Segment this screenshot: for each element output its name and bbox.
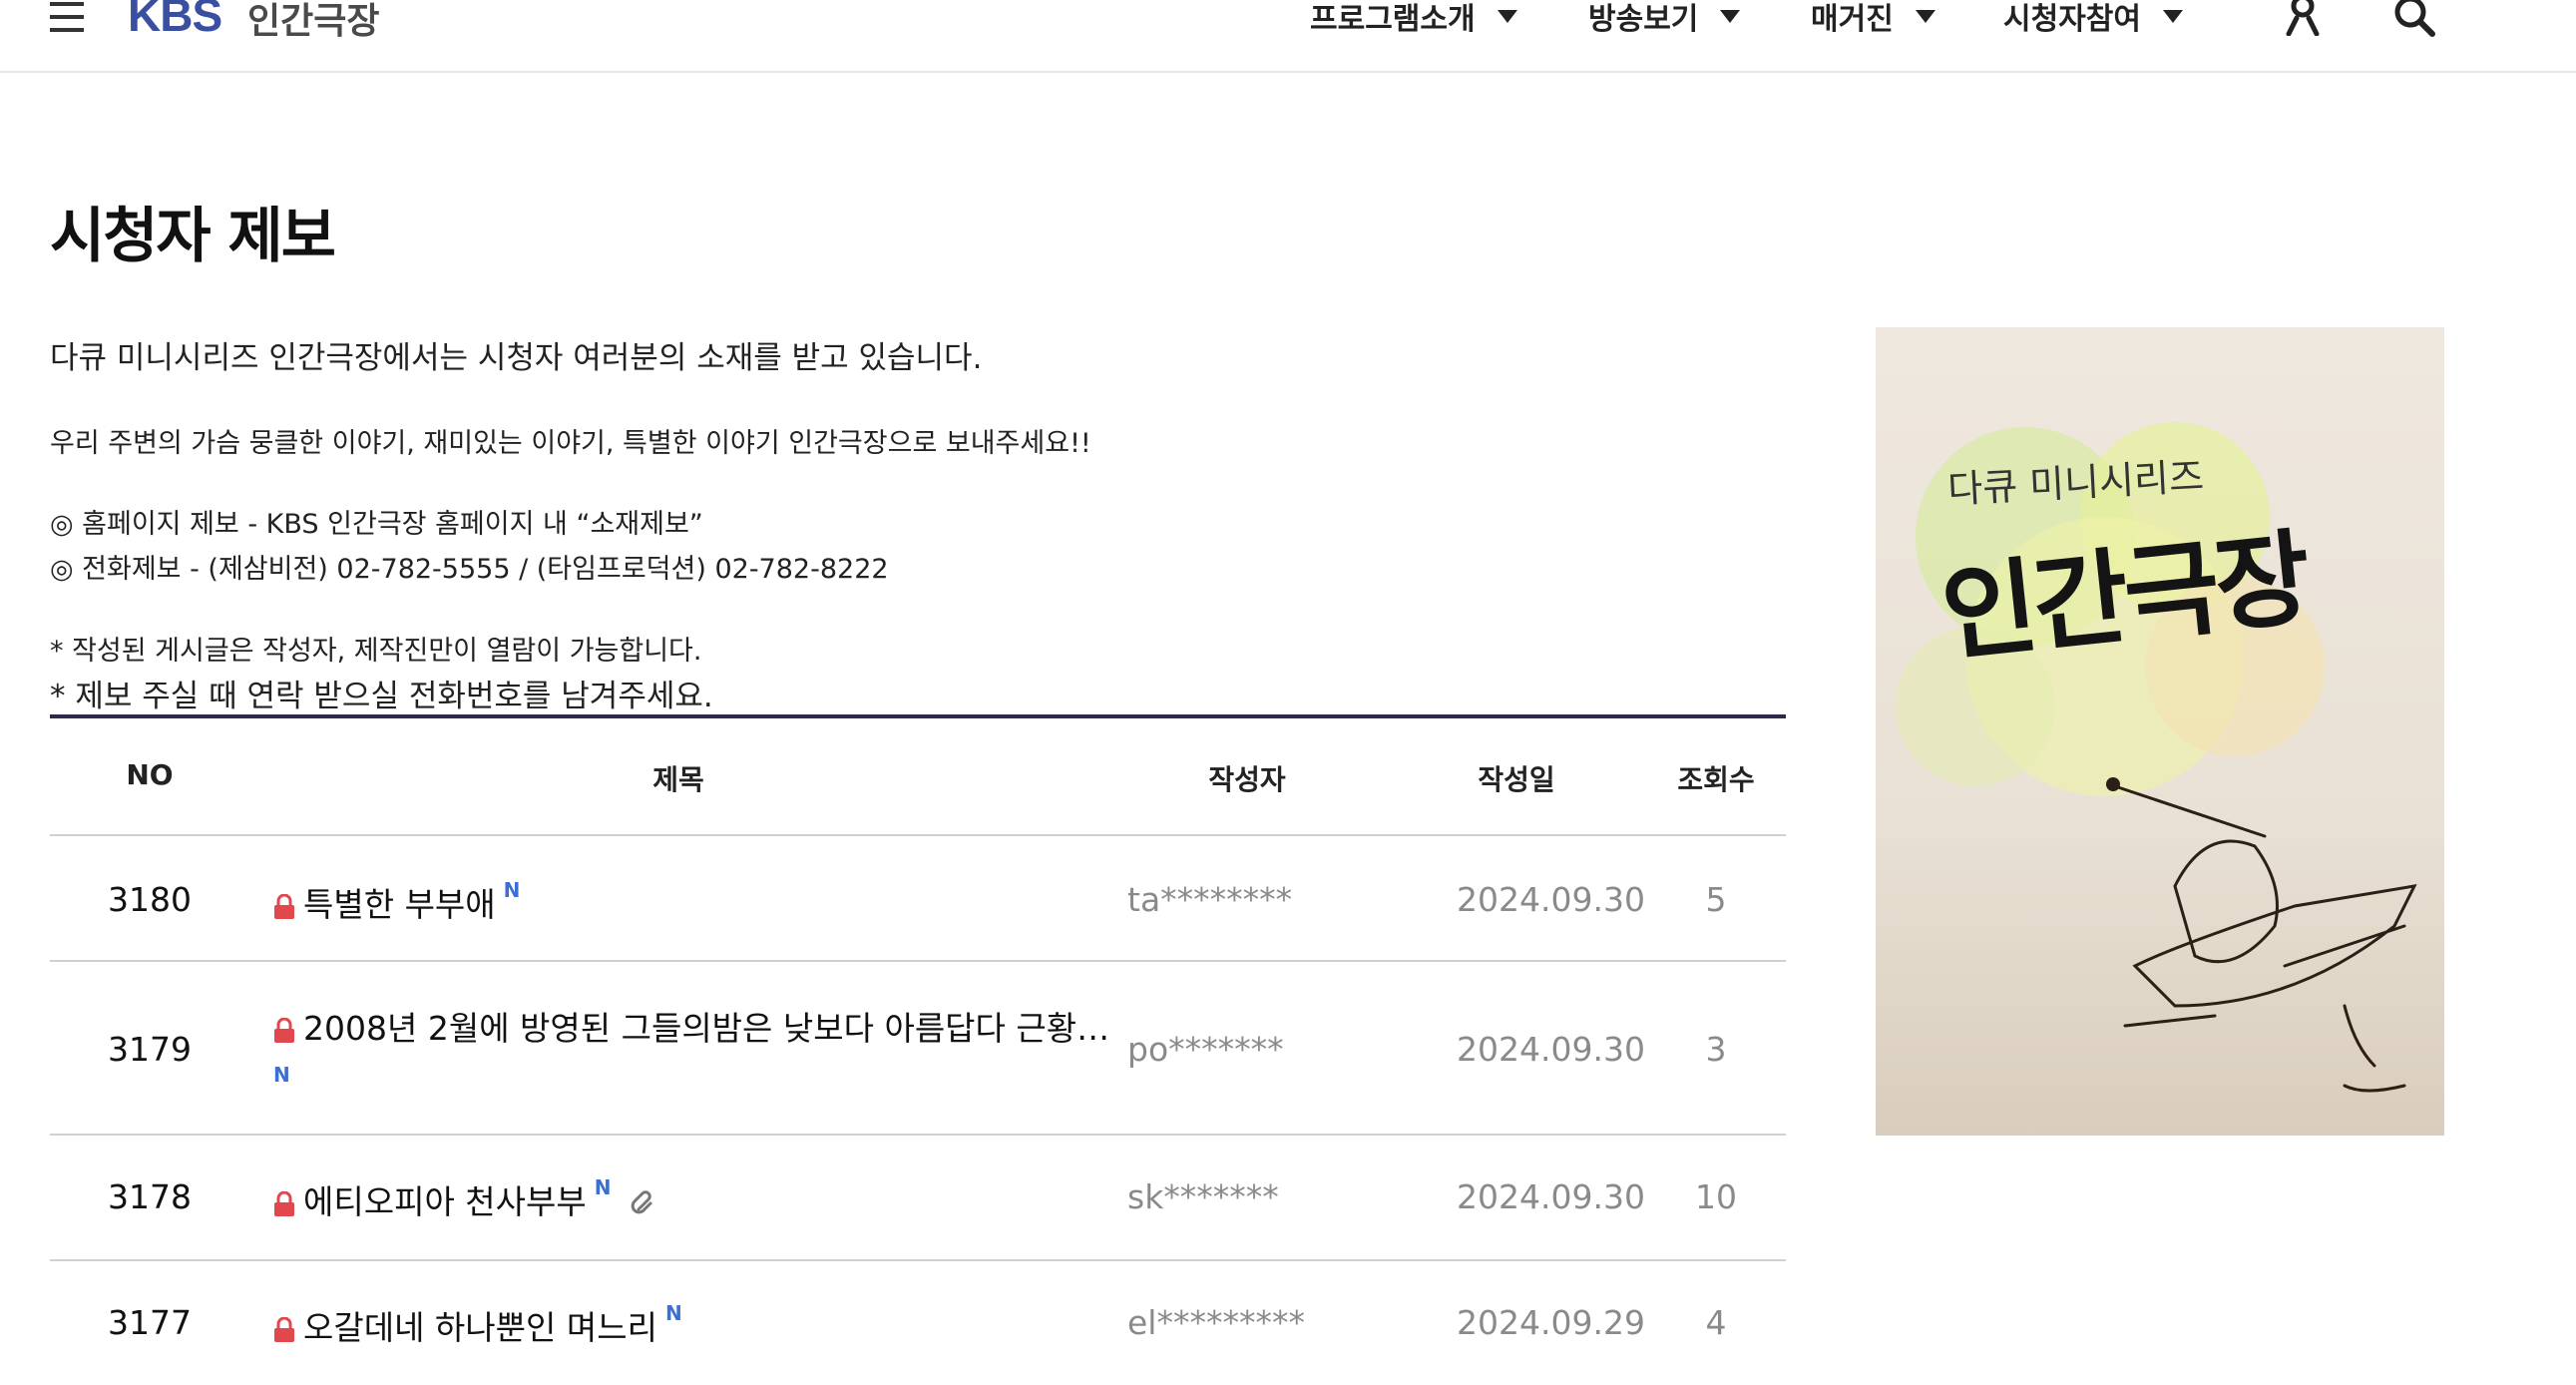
new-badge: N	[664, 1301, 682, 1325]
row-title: 특별한 부부애	[303, 885, 496, 924]
nav-broadcast[interactable]: 방송보기	[1588, 0, 1741, 38]
lock-icon	[274, 1190, 294, 1216]
lock-icon	[274, 1017, 294, 1043]
table-row[interactable]: 3179 2008년 2월에 방영된 그들의밤은 낮보다 아름답다 근황… N p…	[50, 962, 1786, 1136]
caret-down-icon	[1915, 9, 1935, 23]
row-title-link[interactable]: 2008년 2월에 방영된 그들의밤은 낮보다 아름답다 근황… N	[273, 1006, 1111, 1098]
nav-magazine[interactable]: 매거진	[1811, 0, 1935, 38]
header-title: 제목	[652, 763, 704, 796]
caret-down-icon	[1720, 9, 1741, 23]
nav-label: 시청자참여	[2003, 2, 2141, 37]
row-writer: ta********	[1127, 880, 1293, 919]
row-views: 3	[1705, 1030, 1727, 1069]
intro-text: ◎ 전화제보 - (제삼비전) 02-782-5555 / (타임프로덕션) 0…	[50, 554, 889, 585]
caret-down-icon	[1497, 9, 1517, 23]
intro-text: ◎ 홈페이지 제보 - KBS 인간극장 홈페이지 내 “소재제보”	[50, 509, 703, 540]
lock-icon	[274, 893, 294, 919]
row-date: 2024.09.30	[1457, 1177, 1645, 1216]
program-logo-title[interactable]: 인간극장	[247, 0, 379, 44]
caret-down-icon	[2163, 9, 2183, 23]
intro-text: 우리 주변의 가슴 뭉클한 이야기, 재미있는 이야기, 특별한 이야기 인간극…	[50, 428, 1091, 459]
lock-icon	[274, 1316, 294, 1342]
user-icon[interactable]	[2283, 0, 2323, 36]
nav-label: 방송보기	[1588, 2, 1699, 37]
row-no: 3179	[108, 1030, 192, 1069]
new-badge: N	[594, 1175, 612, 1199]
table-row[interactable]: 3177 오갈데네 하나뿐인 며느리 N el********* 2024.09.…	[50, 1261, 1786, 1385]
row-title-link[interactable]: 특별한 부부애 N	[273, 878, 520, 926]
row-no: 3178	[108, 1177, 192, 1216]
row-title-link[interactable]: 오갈데네 하나뿐인 며느리 N	[273, 1301, 682, 1349]
header-writer: 작성자	[1208, 763, 1286, 796]
kbs-logo[interactable]: KBS	[128, 0, 222, 42]
row-date: 2024.09.30	[1457, 1030, 1645, 1069]
attachment-clip-icon	[632, 1189, 652, 1213]
new-badge: N	[273, 1063, 290, 1087]
nav-program-intro[interactable]: 프로그램소개	[1310, 0, 1517, 38]
page-title: 시청자 제보	[50, 202, 336, 271]
header-date: 작성일	[1478, 763, 1555, 796]
menu-icon[interactable]	[50, 2, 84, 34]
row-date: 2024.09.30	[1457, 880, 1645, 919]
header-views: 조회수	[1677, 763, 1755, 796]
nav-label: 프로그램소개	[1310, 2, 1476, 37]
nav-label: 매거진	[1811, 2, 1894, 37]
table-row[interactable]: 3180 특별한 부부애 N ta******** 2024.09.30 5	[50, 836, 1786, 962]
row-title: 오갈데네 하나뿐인 며느리	[303, 1308, 657, 1347]
submission-table: NO 제목 작성자 작성일 조회수 3180 특별한 부부애 N ta******…	[50, 714, 1786, 1385]
intro-text: * 작성된 게시글은 작성자, 제작진만이 열람이 가능합니다.	[50, 636, 702, 667]
header-no: NO	[126, 758, 174, 791]
program-poster: 다큐 미니시리즈 인간극장	[1876, 327, 2444, 1136]
row-views: 5	[1705, 880, 1727, 919]
nav-viewer-participation[interactable]: 시청자참여	[2003, 0, 2183, 38]
intro-text: * 제보 주실 때 연락 받으실 전화번호를 남겨주세요.	[50, 679, 713, 714]
row-writer: po*******	[1127, 1030, 1284, 1069]
row-views: 10	[1695, 1177, 1737, 1216]
row-title-link[interactable]: 에티오피아 천사부부 N	[273, 1175, 658, 1223]
row-title: 2008년 2월에 방영된 그들의밤은 낮보다 아름답다 근황…	[303, 1009, 1110, 1048]
search-icon[interactable]	[2392, 0, 2436, 38]
site-header: KBS 인간극장 프로그램소개 방송보기 매거진 시청자참여	[0, 0, 2576, 73]
new-badge: N	[503, 878, 521, 902]
table-row[interactable]: 3178 에티오피아 천사부부 N sk******* 2024.09.30 10	[50, 1136, 1786, 1261]
row-no: 3180	[108, 880, 192, 919]
table-header-row: NO 제목 작성자 작성일 조회수	[50, 718, 1786, 836]
row-title: 에티오피아 천사부부	[303, 1182, 587, 1221]
row-writer: sk*******	[1127, 1177, 1279, 1216]
intro-text: 다큐 미니시리즈 인간극장에서는 시청자 여러분의 소재를 받고 있습니다.	[50, 340, 983, 376]
